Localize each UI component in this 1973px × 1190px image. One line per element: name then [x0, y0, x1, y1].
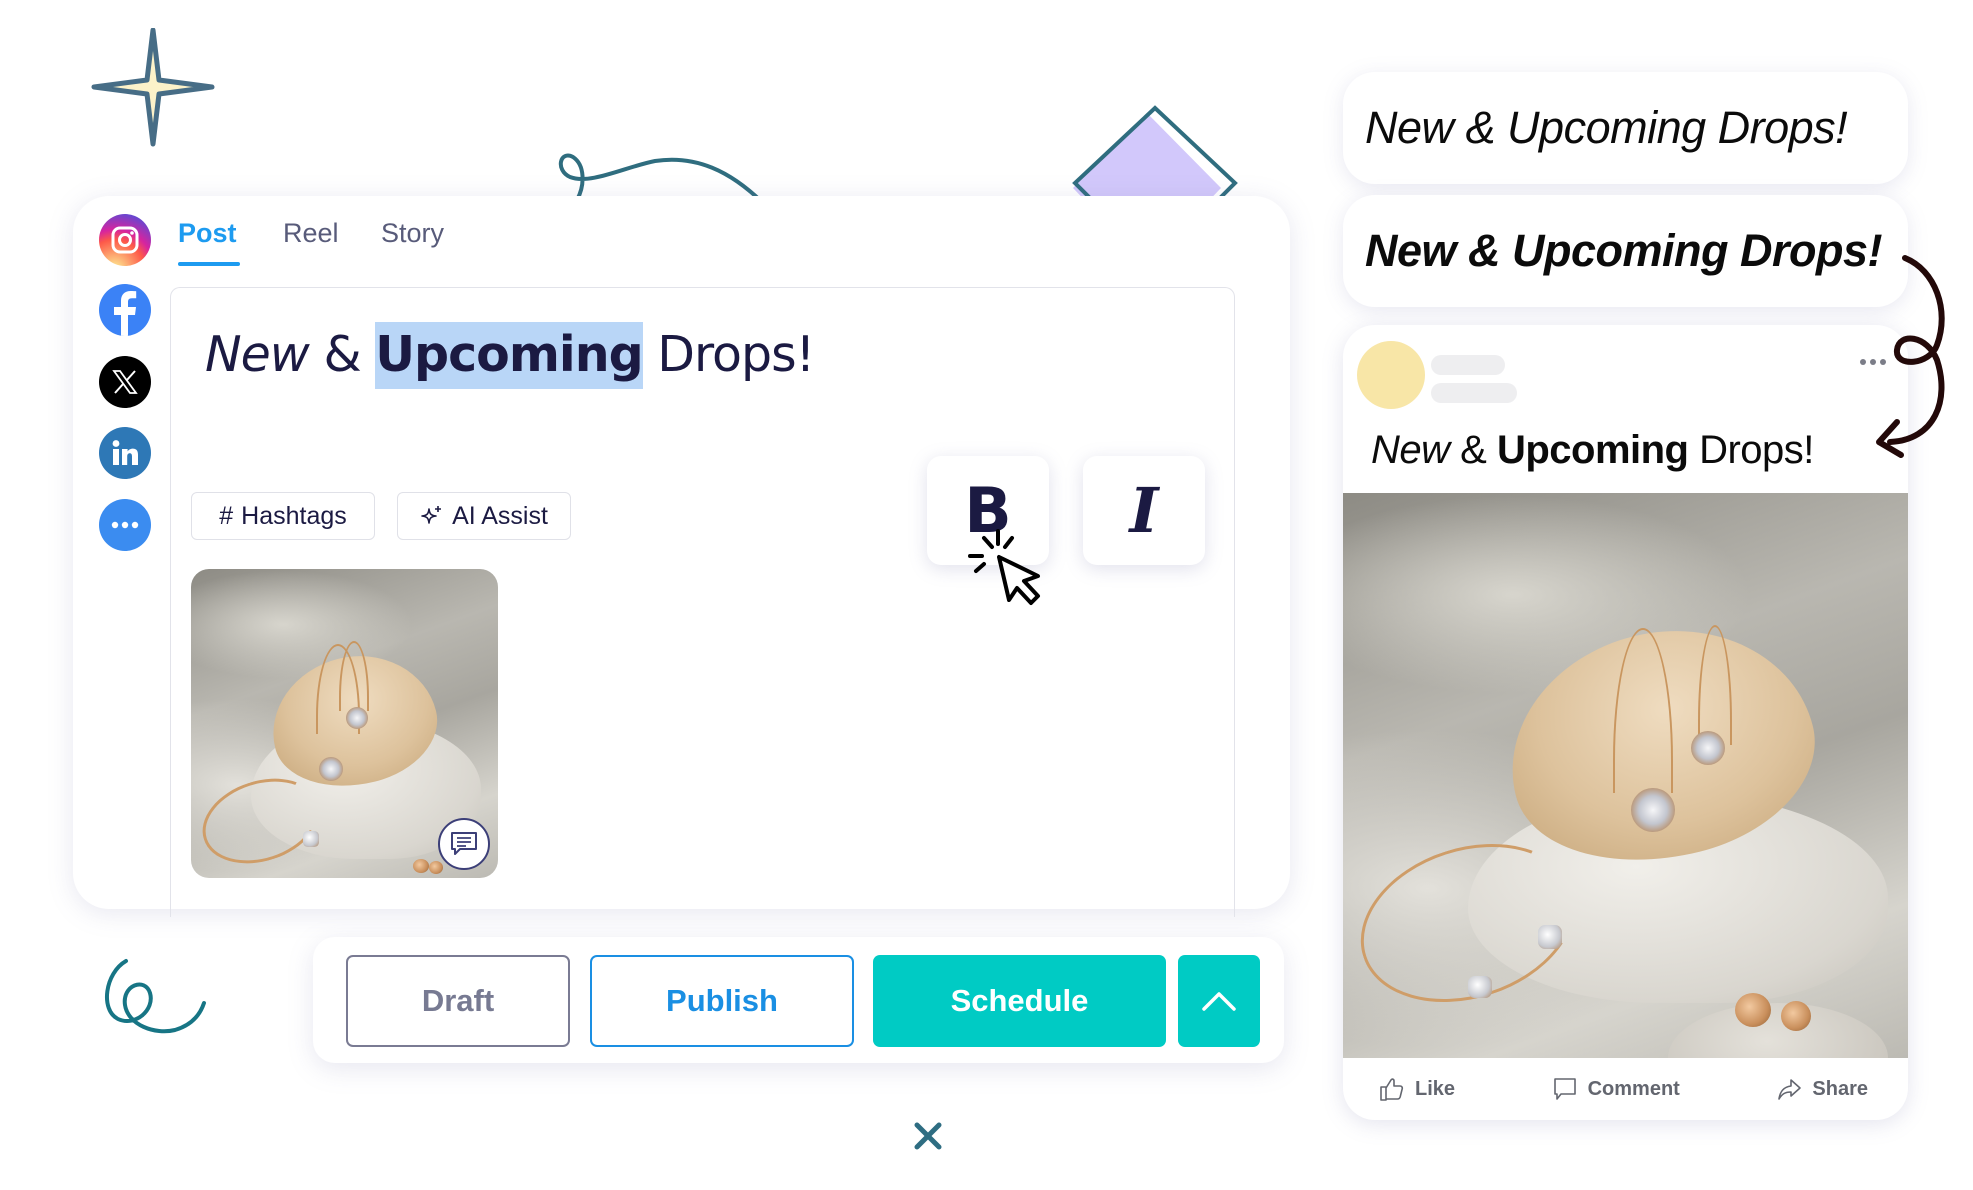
platform-more[interactable] — [99, 499, 151, 551]
post-preview-image — [1343, 493, 1908, 1058]
bold-icon: B — [964, 474, 1012, 547]
ampersand-text: & — [308, 326, 376, 383]
ai-assist-label: AI Assist — [452, 501, 548, 530]
post-action-bar: Draft Publish Schedule — [313, 937, 1284, 1063]
post-text-content[interactable]: New & Upcoming Drops! — [205, 322, 815, 389]
tab-reel[interactable]: Reel — [283, 218, 339, 249]
italic-icon: I — [1129, 474, 1159, 547]
comment-label: Comment — [1587, 1077, 1680, 1100]
publish-button[interactable]: Publish — [590, 955, 854, 1047]
attached-image-thumbnail[interactable] — [191, 569, 498, 878]
italic-text: New — [205, 326, 310, 383]
facebook-post-preview: New & Upcoming Drops! Like Comment Share — [1343, 325, 1908, 1120]
post-text-editor[interactable]: New & Upcoming Drops! # Hashtags AI Assi… — [170, 287, 1235, 917]
chevron-up-icon — [1202, 992, 1236, 1011]
facebook-icon — [114, 291, 137, 336]
x-mark-decoration — [914, 1122, 942, 1150]
schedule-button[interactable]: Schedule — [873, 955, 1166, 1047]
ai-assist-button[interactable]: AI Assist — [397, 492, 571, 540]
author-name-placeholder — [1431, 355, 1505, 375]
instagram-icon — [111, 226, 139, 254]
italic-button[interactable]: I — [1083, 456, 1205, 565]
x-icon — [112, 370, 138, 394]
post-composer-card: Post Reel Story New & Upcoming Drops! # … — [73, 196, 1290, 917]
platform-instagram[interactable] — [99, 214, 151, 266]
avatar — [1357, 341, 1425, 409]
swirl-decoration — [104, 959, 206, 1034]
preview-italic-text: New — [1371, 428, 1450, 472]
preview-ampersand: & — [1449, 428, 1497, 472]
post-preview-text: New & Upcoming Drops! — [1371, 428, 1814, 473]
share-icon — [1778, 1079, 1802, 1100]
headline-bold-italic-preview: New & Upcoming Drops! — [1343, 195, 1908, 307]
sparkle-star-decoration — [91, 28, 215, 147]
comment-button[interactable]: Comment — [1552, 1076, 1680, 1102]
tab-story[interactable]: Story — [381, 218, 444, 249]
platform-x[interactable] — [99, 356, 151, 408]
hashtag-icon: # — [219, 501, 234, 530]
diamond-shape-decoration — [1072, 105, 1238, 205]
preview-plain-text: Drops! — [1688, 428, 1814, 472]
comment-icon — [1553, 1078, 1576, 1100]
selected-bold-text: Upcoming — [375, 322, 644, 389]
hashtags-label: Hashtags — [241, 501, 347, 530]
post-preview-actions: Like Comment Share — [1343, 1058, 1908, 1120]
sparkle-icon — [421, 506, 442, 524]
like-button[interactable]: Like — [1379, 1076, 1455, 1102]
share-button[interactable]: Share — [1776, 1076, 1868, 1102]
image-caption-button[interactable] — [438, 818, 490, 870]
active-tab-indicator — [178, 262, 240, 266]
plain-text: Drops! — [642, 326, 815, 383]
more-menu-icon[interactable] — [1860, 359, 1886, 365]
like-label: Like — [1415, 1077, 1456, 1100]
thumbs-up-icon — [1380, 1078, 1404, 1101]
message-icon — [451, 832, 477, 855]
preview-bold-text: Upcoming — [1496, 428, 1689, 472]
bold-button[interactable]: B — [927, 456, 1049, 565]
platform-facebook[interactable] — [99, 284, 151, 336]
hashtags-button[interactable]: # Hashtags — [191, 492, 375, 540]
share-label: Share — [1812, 1077, 1868, 1100]
headline-italic-preview: New & Upcoming Drops! — [1343, 72, 1908, 184]
tab-post[interactable]: Post — [178, 218, 237, 249]
linkedin-icon — [112, 440, 138, 465]
more-options-button[interactable] — [1178, 955, 1260, 1047]
timestamp-placeholder — [1431, 383, 1517, 403]
more-icon — [111, 521, 139, 529]
platform-linkedin[interactable] — [99, 427, 151, 479]
draft-button[interactable]: Draft — [346, 955, 570, 1047]
